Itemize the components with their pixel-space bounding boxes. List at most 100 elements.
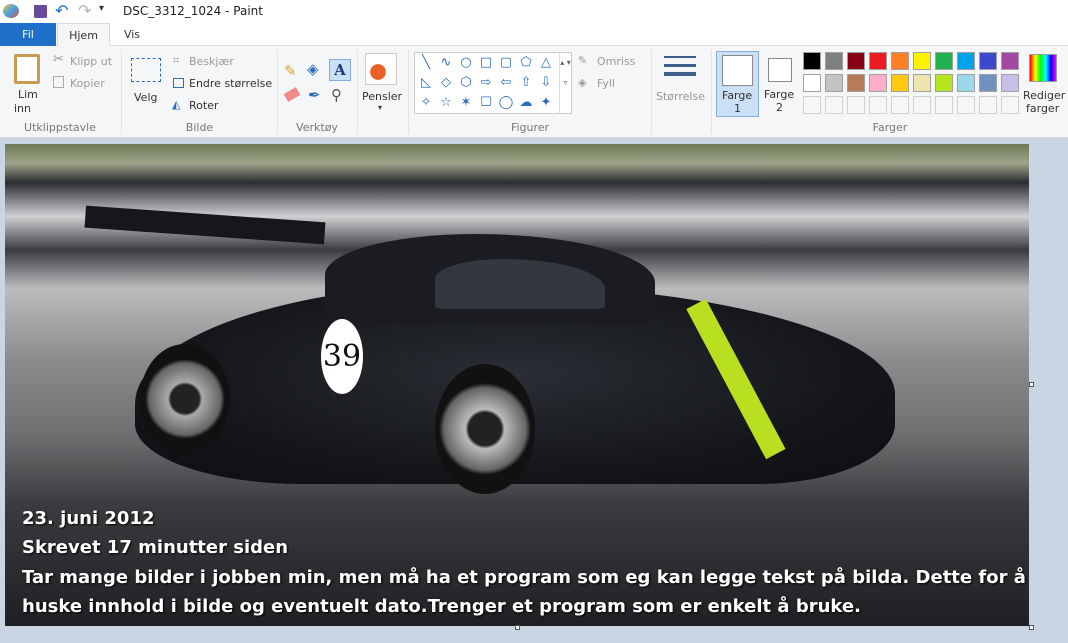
group-label: Utklippstavle — [24, 121, 96, 134]
customize-toolbar-icon[interactable]: ▾ — [99, 3, 104, 14]
shape-18-icon[interactable]: ◯ — [498, 95, 514, 111]
title-bar: ↶ ↷ ▾ DSC_3312_1024 - Paint — [0, 0, 1068, 23]
color-swatch[interactable] — [979, 96, 997, 114]
color-swatch[interactable] — [913, 52, 931, 70]
shape-3-icon[interactable]: □ — [478, 55, 494, 71]
caption-text-line1: Tar mange bilder i jobben min, men må ha… — [22, 567, 1026, 588]
resize-button[interactable]: Endre størrelse — [189, 77, 272, 90]
cut-button[interactable]: Klipp ut — [70, 55, 112, 68]
color-swatch[interactable] — [847, 52, 865, 70]
color-swatch[interactable] — [891, 52, 909, 70]
color-swatch[interactable] — [935, 96, 953, 114]
pencil-icon[interactable]: ✎ — [284, 62, 297, 80]
color2-swatch — [768, 58, 792, 82]
shape-9-icon[interactable]: ⬡ — [458, 75, 474, 91]
color-swatch[interactable] — [891, 96, 909, 114]
color-swatch[interactable] — [935, 52, 953, 70]
shape-12-icon[interactable]: ⇧ — [518, 75, 534, 91]
brushes-button[interactable]: Pensler ▾ — [362, 53, 402, 117]
crop-icon: ⌗ — [173, 54, 180, 67]
color-swatch[interactable] — [979, 52, 997, 70]
crop-button[interactable]: Beskjær — [189, 55, 234, 68]
ribbon: Lim inn ✂ Klipp ut Kopier Utklippstavle … — [0, 46, 1068, 138]
color-swatch[interactable] — [935, 74, 953, 92]
resize-handle-right[interactable] — [1029, 382, 1034, 387]
race-number: 39 — [321, 319, 363, 394]
shape-4-icon[interactable]: ▢ — [498, 55, 514, 71]
resize-handle-corner[interactable] — [1029, 625, 1034, 630]
magnifier-icon[interactable]: ⚲ — [331, 86, 342, 104]
shape-5-icon[interactable]: ⬠ — [518, 55, 534, 71]
color-swatch[interactable] — [979, 74, 997, 92]
color-swatch[interactable] — [803, 96, 821, 114]
color-swatch[interactable] — [825, 96, 843, 114]
paint-app-icon[interactable] — [3, 4, 19, 18]
shape-20-icon[interactable]: ✦ — [538, 95, 554, 111]
shape-19-icon[interactable]: ☁ — [518, 95, 534, 111]
color-swatch[interactable] — [891, 74, 909, 92]
shape-16-icon[interactable]: ✶ — [458, 95, 474, 111]
color-swatch[interactable] — [957, 52, 975, 70]
tab-home[interactable]: Hjem — [57, 23, 110, 47]
image-canvas[interactable]: 39 23. juni 2012 Skrevet 17 minutter sid… — [5, 144, 1029, 626]
shape-7-icon[interactable]: ◺ — [418, 75, 434, 91]
color-swatch[interactable] — [957, 96, 975, 114]
color-swatch[interactable] — [869, 52, 887, 70]
eraser-icon[interactable] — [283, 87, 301, 102]
color-swatch[interactable] — [1001, 74, 1019, 92]
color2-button[interactable]: Farge 2 — [762, 51, 798, 117]
color-swatch[interactable] — [803, 52, 821, 70]
save-icon[interactable] — [34, 5, 47, 18]
shape-14-icon[interactable]: ✧ — [418, 95, 434, 111]
paste-button[interactable]: Lim inn — [8, 52, 48, 118]
color-picker-icon[interactable]: ✒ — [308, 86, 321, 104]
shape-10-icon[interactable]: ⇨ — [478, 75, 494, 91]
size-button[interactable]: Størrelse — [656, 52, 708, 116]
rotate-button[interactable]: Roter — [189, 99, 218, 112]
shape-11-icon[interactable]: ⇦ — [498, 75, 514, 91]
fill-icon: ◈ — [578, 76, 587, 89]
color1-swatch — [722, 55, 753, 86]
fill-bucket-icon[interactable]: ◈ — [307, 60, 319, 78]
redo-icon[interactable]: ↷ — [78, 1, 91, 20]
text-tool-icon[interactable]: A — [329, 59, 351, 81]
color-swatch[interactable] — [847, 74, 865, 92]
color-swatch[interactable] — [1001, 96, 1019, 114]
caption-text-line2: huske innhold i bilde og eventuelt dato.… — [22, 596, 861, 617]
color-swatch[interactable] — [957, 74, 975, 92]
shape-1-icon[interactable]: ∿ — [438, 55, 454, 71]
shape-13-icon[interactable]: ⇩ — [538, 75, 554, 91]
outline-button[interactable]: Omriss — [597, 55, 635, 68]
color-swatch[interactable] — [913, 74, 931, 92]
color-swatch[interactable] — [913, 96, 931, 114]
shape-15-icon[interactable]: ☆ — [438, 95, 454, 111]
shape-17-icon[interactable]: ☐ — [478, 95, 494, 111]
undo-icon[interactable]: ↶ — [55, 1, 68, 20]
shape-0-icon[interactable]: ╲ — [418, 55, 434, 71]
color-swatch[interactable] — [803, 74, 821, 92]
color-swatch[interactable] — [1001, 52, 1019, 70]
outline-icon: ✎ — [578, 54, 588, 67]
color-swatch[interactable] — [825, 52, 843, 70]
shape-2-icon[interactable]: ○ — [458, 55, 474, 71]
fill-button[interactable]: Fyll — [597, 77, 615, 90]
caption-posted: Skrevet 17 minutter siden — [22, 537, 289, 558]
shapes-scroll[interactable]: ▴ ▾ ▿ — [559, 53, 571, 113]
shapes-gallery[interactable]: ╲ ∿ ○ □ ▢ ⬠ △ ◺ ◇ ⬡ ⇨ ⇦ ⇧ ⇩ ✧ ☆ ✶ ☐ ◯ ☁ ✦ ▴ ▾ ▿ — [414, 52, 572, 114]
shape-6-icon[interactable]: △ — [538, 55, 554, 71]
shape-8-icon[interactable]: ◇ — [438, 75, 454, 91]
resize-handle-bottom[interactable] — [515, 625, 520, 630]
select-button[interactable]: Velg — [128, 56, 164, 116]
copy-icon — [53, 76, 64, 88]
resize-icon — [173, 78, 184, 88]
color-swatch[interactable] — [869, 96, 887, 114]
copy-button[interactable]: Kopier — [70, 77, 105, 90]
tab-view[interactable]: Vis — [112, 23, 152, 46]
color-swatch[interactable] — [825, 74, 843, 92]
edit-colors-button[interactable]: Rediger farger — [1023, 52, 1065, 118]
color-swatch[interactable] — [847, 96, 865, 114]
color-swatch[interactable] — [869, 74, 887, 92]
scissors-icon: ✂ — [53, 52, 64, 67]
color1-button[interactable]: Farge 1 — [716, 51, 759, 117]
tab-file[interactable]: Fil — [0, 23, 56, 46]
